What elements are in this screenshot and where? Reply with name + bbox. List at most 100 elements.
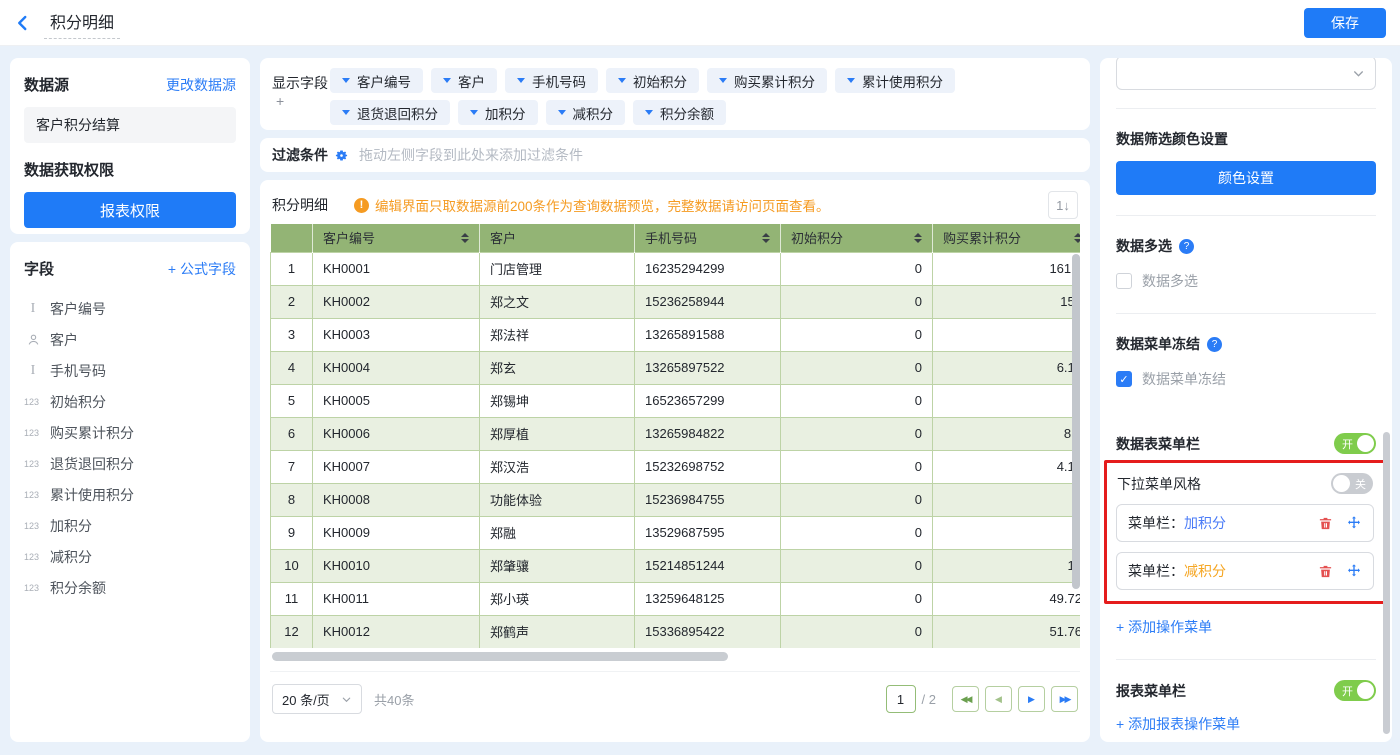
sort-arrows-icon[interactable] bbox=[914, 233, 922, 243]
chip-label: 手机号码 bbox=[532, 71, 586, 91]
field-item[interactable]: 123加积分 bbox=[24, 510, 236, 541]
field-item[interactable]: I手机号码 bbox=[24, 355, 236, 386]
help-icon[interactable]: ? bbox=[1207, 337, 1222, 352]
first-page-button[interactable]: ◀◀ bbox=[952, 686, 979, 712]
move-icon[interactable] bbox=[1346, 563, 1362, 579]
field-item[interactable]: 123积分余额 bbox=[24, 572, 236, 603]
table-cell: 3 bbox=[271, 318, 313, 351]
report-permission-button[interactable]: 报表权限 bbox=[24, 192, 236, 228]
table-row[interactable]: 10KH0010郑肇骧15214851244018 bbox=[271, 549, 1081, 582]
prev-page-button[interactable]: ◀ bbox=[985, 686, 1012, 712]
display-field-chip[interactable]: 积分余额 bbox=[633, 100, 726, 125]
color-settings-button[interactable]: 颜色设置 bbox=[1116, 161, 1376, 195]
current-page-input[interactable] bbox=[886, 685, 916, 713]
field-item[interactable]: 123减积分 bbox=[24, 541, 236, 572]
next-page-button[interactable]: ▶ bbox=[1018, 686, 1045, 712]
display-field-chip[interactable]: 客户 bbox=[431, 68, 497, 93]
menu-item-list: 菜单栏：加积分菜单栏：减积分 bbox=[1116, 504, 1374, 590]
table-row[interactable]: 8KH0008功能体验1523698475500 bbox=[271, 483, 1081, 516]
field-item[interactable]: 123初始积分 bbox=[24, 386, 236, 417]
column-header[interactable]: 购买累计积分 bbox=[933, 224, 1081, 252]
table-cell: 0 bbox=[781, 615, 933, 648]
page-size-select[interactable]: 20 条/页 bbox=[272, 684, 362, 714]
divider bbox=[1116, 215, 1376, 216]
caret-down-icon bbox=[618, 78, 626, 83]
caret-down-icon bbox=[470, 110, 478, 115]
menu-bar-item[interactable]: 菜单栏：加积分 bbox=[1116, 504, 1374, 542]
add-formula-field-link[interactable]: + 公式字段 bbox=[168, 259, 236, 279]
display-field-chip[interactable]: 手机号码 bbox=[505, 68, 598, 93]
gear-icon[interactable] bbox=[334, 148, 349, 163]
field-item[interactable]: I客户编号 bbox=[24, 293, 236, 324]
filter-bar-card: 过滤条件 拖动左侧字段到此处来添加过滤条件 bbox=[260, 138, 1090, 172]
caret-down-icon bbox=[558, 110, 566, 115]
datasource-value[interactable]: 客户积分结算 bbox=[24, 107, 236, 143]
trash-icon[interactable] bbox=[1318, 516, 1333, 531]
field-label: 退货退回积分 bbox=[50, 454, 134, 474]
display-field-chip[interactable]: 累计使用积分 bbox=[835, 68, 955, 93]
table-row[interactable]: 4KH0004郑玄1326589752206.14 bbox=[271, 351, 1081, 384]
display-field-chip[interactable]: 初始积分 bbox=[606, 68, 699, 93]
menu-bar-item[interactable]: 菜单栏：减积分 bbox=[1116, 552, 1374, 590]
add-display-field-icon[interactable]: + bbox=[276, 93, 284, 109]
table-cell: 12 bbox=[271, 615, 313, 648]
table-cell: 4 bbox=[271, 351, 313, 384]
display-fields-card: 显示字段+ 客户编号客户手机号码初始积分购买累计积分累计使用积分退货退回积分加积… bbox=[260, 58, 1090, 130]
table-cell: 0 bbox=[781, 549, 933, 582]
numeric-sort-icon[interactable]: 1↓ bbox=[1048, 191, 1078, 219]
table-cell: 郑之文 bbox=[480, 285, 635, 318]
chip-label: 客户编号 bbox=[357, 71, 411, 91]
field-item[interactable]: 123累计使用积分 bbox=[24, 479, 236, 510]
table-cell: 15236984755 bbox=[635, 483, 781, 516]
save-button[interactable]: 保存 bbox=[1304, 8, 1386, 38]
chevron-down-icon bbox=[1352, 67, 1365, 80]
display-field-chip[interactable]: 减积分 bbox=[546, 100, 626, 125]
display-field-chip[interactable]: 客户编号 bbox=[330, 68, 423, 93]
panel-scrollbar[interactable] bbox=[1383, 432, 1390, 734]
column-header[interactable]: 客户编号 bbox=[313, 224, 480, 252]
change-datasource-link[interactable]: 更改数据源 bbox=[166, 75, 236, 95]
settings-panel-wrap: 数据筛选颜色设置 颜色设置 数据多选 ? 数据多选 数据菜单冻结 ? ✓ 数据菜… bbox=[1100, 58, 1392, 742]
report-menu-toggle[interactable]: 开 bbox=[1334, 680, 1376, 701]
table-row[interactable]: 7KH0007郑汉浩1523269875204.12 bbox=[271, 450, 1081, 483]
filter-placeholder[interactable]: 拖动左侧字段到此处来添加过滤条件 bbox=[359, 145, 583, 165]
sort-arrows-icon[interactable] bbox=[762, 233, 770, 243]
column-header[interactable]: 初始积分 bbox=[781, 224, 933, 252]
freeze-checkbox[interactable]: ✓ bbox=[1116, 371, 1132, 387]
last-page-button[interactable]: ▶▶ bbox=[1051, 686, 1078, 712]
multi-select-checkbox[interactable] bbox=[1116, 273, 1132, 289]
dropdown-style-toggle[interactable]: 关 bbox=[1331, 473, 1373, 494]
table-row[interactable]: 6KH0006郑厚植1326598482208.3 bbox=[271, 417, 1081, 450]
sort-arrows-icon[interactable] bbox=[461, 233, 469, 243]
table-row[interactable]: 2KH0002郑之文152362589440150 bbox=[271, 285, 1081, 318]
chip-row: 退货退回积分加积分减积分积分余额 bbox=[330, 100, 1078, 125]
table-row[interactable]: 11KH0011郑小瑛13259648125049.72 bbox=[271, 582, 1081, 615]
add-report-action-link[interactable]: + 添加报表操作菜单 bbox=[1116, 714, 1376, 734]
field-item[interactable]: 123购买累计积分 bbox=[24, 417, 236, 448]
help-icon[interactable]: ? bbox=[1179, 239, 1194, 254]
table-row[interactable]: 3KH0003郑法祥1326589158800 bbox=[271, 318, 1081, 351]
display-field-chip[interactable]: 购买累计积分 bbox=[707, 68, 827, 93]
table-cell: 门店管理 bbox=[480, 252, 635, 285]
settings-select[interactable] bbox=[1116, 58, 1376, 90]
add-action-menu-link[interactable]: + 添加操作菜单 bbox=[1116, 617, 1376, 637]
sort-arrows-icon[interactable] bbox=[1074, 233, 1080, 243]
table-row[interactable]: 12KH0012郑鹤声15336895422051.76 bbox=[271, 615, 1081, 648]
table-vertical-scrollbar[interactable] bbox=[1072, 254, 1080, 589]
table-row[interactable]: 9KH0009郑融1352968759500 bbox=[271, 516, 1081, 549]
field-item[interactable]: 123退货退回积分 bbox=[24, 448, 236, 479]
table-horizontal-scrollbar[interactable] bbox=[272, 652, 728, 661]
display-field-chip[interactable]: 退货退回积分 bbox=[330, 100, 450, 125]
trash-icon[interactable] bbox=[1318, 564, 1333, 579]
table-row[interactable]: 5KH0005郑锡坤1652365729900 bbox=[271, 384, 1081, 417]
field-item[interactable]: 客户 bbox=[24, 324, 236, 355]
table-menu-toggle[interactable]: 开 bbox=[1334, 433, 1376, 454]
column-header[interactable]: 手机号码 bbox=[635, 224, 781, 252]
table-cell: 13265897522 bbox=[635, 351, 781, 384]
table-cell: 郑鹤声 bbox=[480, 615, 635, 648]
move-icon[interactable] bbox=[1346, 515, 1362, 531]
caret-down-icon bbox=[847, 78, 855, 83]
table-row[interactable]: 1KH0001门店管理162352942990161.2 bbox=[271, 252, 1081, 285]
display-field-chip[interactable]: 加积分 bbox=[458, 100, 538, 125]
back-button[interactable] bbox=[14, 14, 32, 32]
